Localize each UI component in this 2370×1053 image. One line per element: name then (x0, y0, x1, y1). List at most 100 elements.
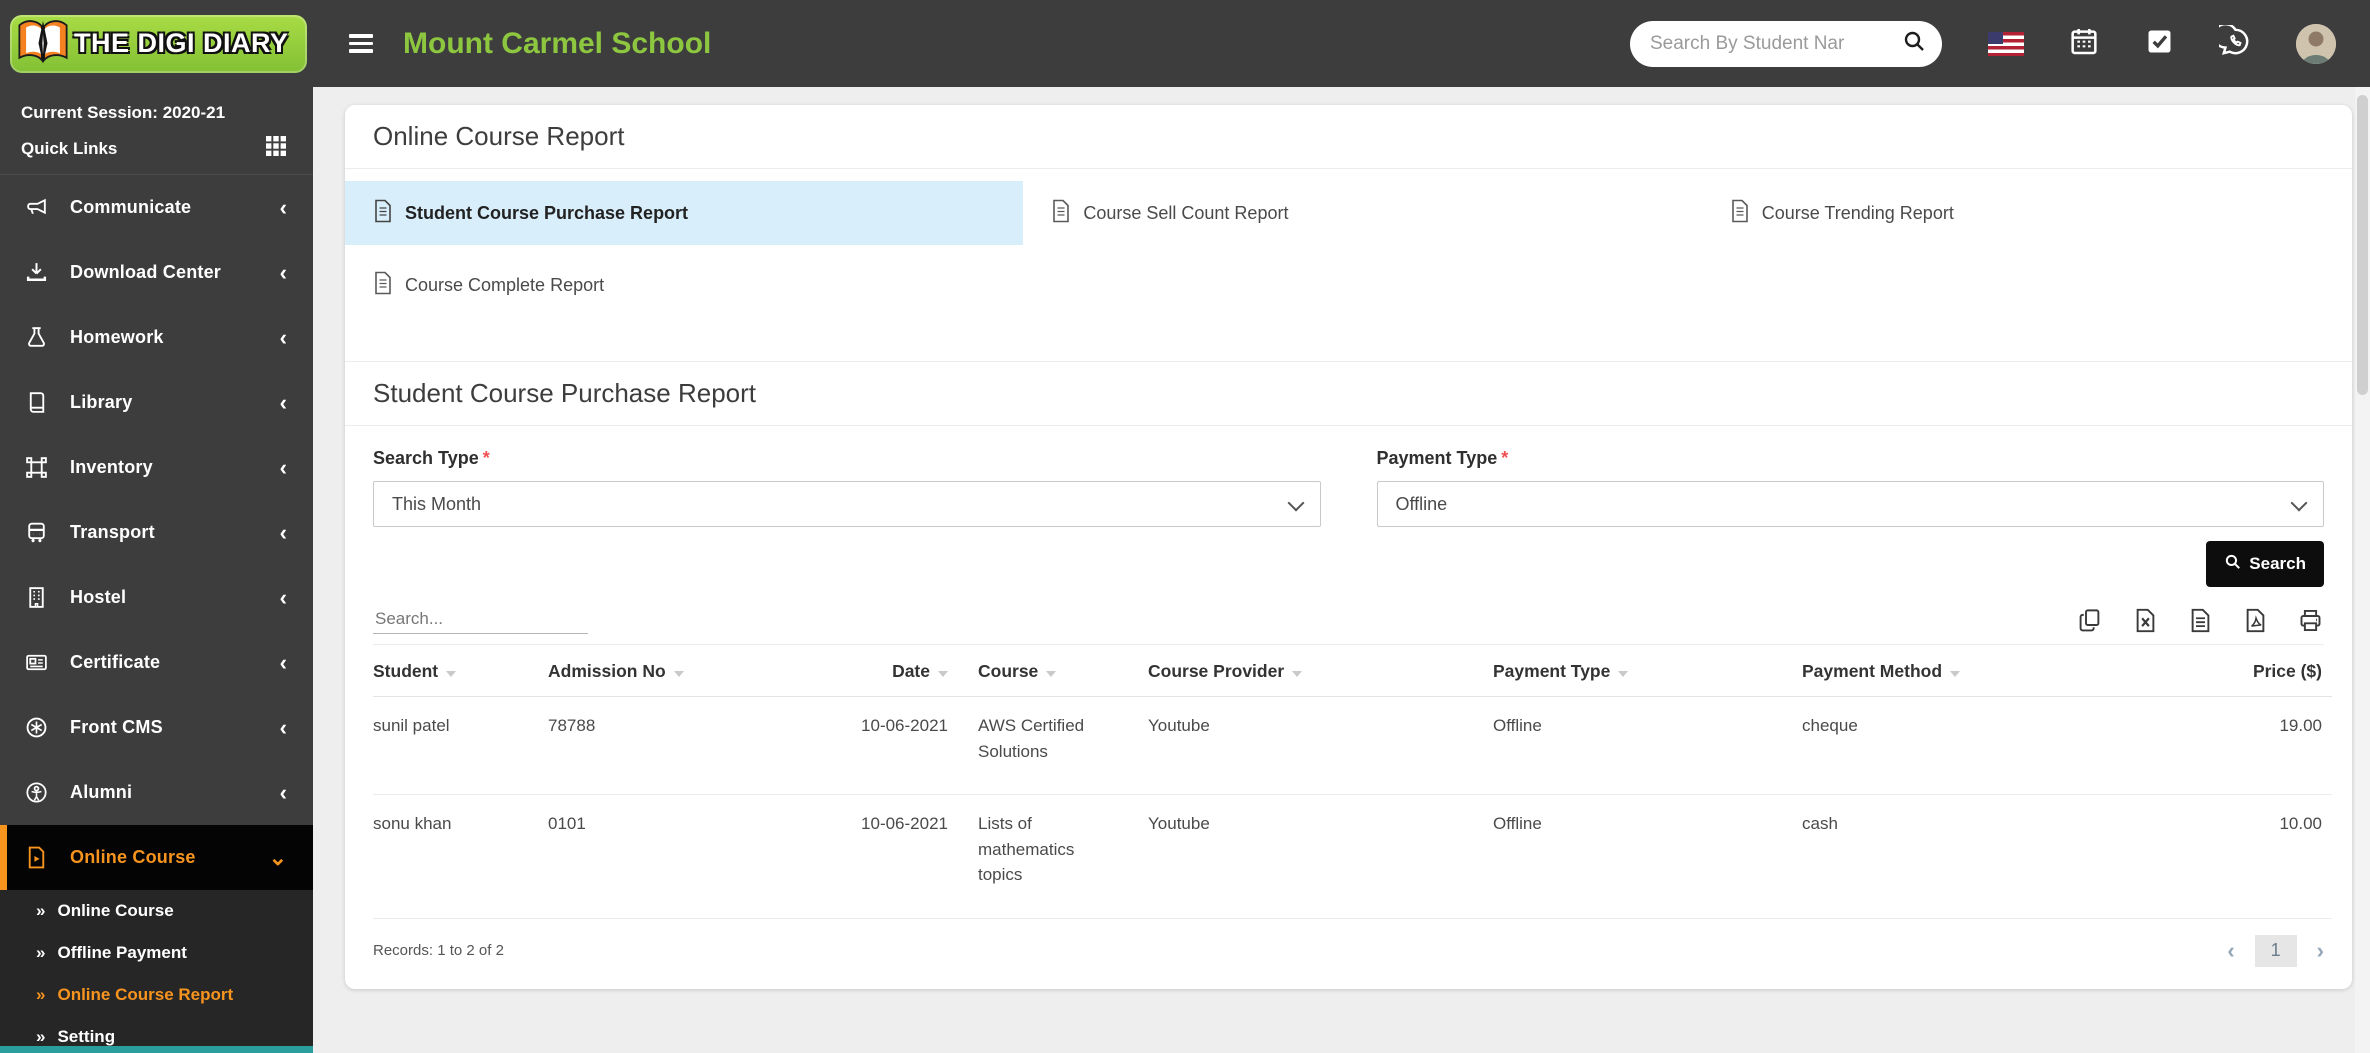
pagination-page-1[interactable]: 1 (2254, 934, 2297, 967)
page-title: Online Course Report (373, 121, 625, 151)
tab-course-complete-report[interactable]: Course Complete Report (345, 253, 1023, 317)
excel-export-icon[interactable] (2132, 607, 2159, 634)
sidebar-item-library[interactable]: Library ‹ (0, 370, 313, 435)
app-logo[interactable]: THE DIGI DIARY (10, 14, 307, 73)
export-actions (2077, 607, 2324, 634)
whatsapp-icon[interactable] (2212, 22, 2252, 63)
sidebar-item-alumni[interactable]: Alumni ‹ (0, 760, 313, 825)
scrollbar-thumb[interactable] (2357, 95, 2368, 395)
chevron-left-icon: ‹ (279, 454, 287, 480)
window-scrollbar[interactable] (2355, 87, 2370, 1053)
sidebar-item-homework[interactable]: Homework ‹ (0, 305, 313, 370)
sort-caret-icon (1292, 671, 1303, 677)
report-card: Online Course Report Student Course Purc… (345, 105, 2352, 989)
us-flag-icon[interactable] (1988, 31, 2024, 56)
column-header-course[interactable]: Course (978, 645, 1148, 697)
column-header-admission-no[interactable]: Admission No (548, 645, 848, 697)
student-search-input[interactable] (1650, 32, 1902, 55)
flask-icon (24, 325, 50, 351)
logo-area: THE DIGI DIARY (0, 14, 313, 73)
sidebar-item-label: Transport (70, 522, 155, 542)
sidebar-item-label: Homework (70, 327, 164, 347)
sort-caret-icon (1046, 671, 1057, 677)
user-avatar[interactable] (2296, 23, 2336, 64)
chevron-left-icon: ‹ (279, 519, 287, 545)
sidebar-item-label: Communicate (70, 197, 192, 217)
chevron-left-icon: ‹ (279, 584, 287, 610)
chevron-left-icon: ‹ (279, 324, 287, 350)
sidebar-subitem-online-course-report[interactable]: » Online Course Report (0, 974, 313, 1016)
report-doc-icon (373, 199, 393, 228)
content-area: Online Course Report Student Course Purc… (313, 87, 2370, 1053)
cell-course-provider: Youtube (1148, 794, 1493, 919)
sidebar: Current Session: 2020-21 Quick Links Com… (0, 87, 313, 1053)
column-header-course-provider[interactable]: Course Provider (1148, 645, 1493, 697)
tasks-icon[interactable] (2144, 26, 2175, 62)
pagination-prev-icon[interactable]: ‹ (2227, 939, 2234, 962)
payment-type-label: Payment Type * (1376, 448, 1509, 468)
csv-export-icon[interactable] (2187, 607, 2214, 634)
sidebar-item-communicate[interactable]: Communicate ‹ (0, 175, 313, 240)
table-row[interactable]: sonu khan 0101 10-06-2021 Lists of mathe… (373, 794, 2332, 919)
school-name: Mount Carmel School (403, 26, 712, 60)
tab-label: Course Complete Report (405, 274, 605, 295)
report-doc-icon (1730, 199, 1750, 228)
pdf-export-icon[interactable] (2242, 607, 2269, 634)
submenu-label: Online Course Report (57, 985, 234, 1004)
sidebar-item-front-cms[interactable]: Front CMS ‹ (0, 695, 313, 760)
sort-caret-icon (1618, 671, 1629, 677)
column-header-date[interactable]: Date (848, 645, 978, 697)
table-filter-input[interactable] (373, 605, 588, 634)
table-row[interactable]: sunil patel 78788 10-06-2021 AWS Certifi… (373, 696, 2332, 795)
tab-student-course-purchase-report[interactable]: Student Course Purchase Report (345, 181, 1024, 245)
calendar-icon[interactable] (2068, 25, 2100, 62)
megaphone-icon (24, 195, 50, 221)
copy-icon[interactable] (2077, 607, 2104, 634)
column-header-student[interactable]: Student (373, 645, 548, 697)
grid-icon[interactable] (265, 135, 287, 162)
sort-caret-icon (673, 671, 684, 677)
sidebar-item-download-center[interactable]: Download Center ‹ (0, 240, 313, 305)
submenu-label: Online Course (57, 901, 174, 920)
sidebar-item-transport[interactable]: Transport ‹ (0, 500, 313, 565)
tab-course-sell-count-report[interactable]: Course Sell Count Report (1023, 181, 1701, 245)
student-search[interactable] (1630, 20, 1942, 67)
cell-admission-no: 78788 (548, 696, 848, 795)
report-doc-icon (373, 271, 393, 300)
payment-type-select[interactable]: Offline (1376, 481, 2324, 527)
sidebar-item-label: Inventory (70, 457, 153, 477)
search-icon[interactable] (1902, 29, 1926, 58)
double-arrow-icon: » (36, 901, 46, 920)
cell-course: Lists of mathematics topics (978, 794, 1148, 919)
sidebar-item-label: Online Course (70, 847, 196, 867)
cell-student: sonu khan (373, 794, 548, 919)
search-button[interactable]: Search (2206, 541, 2324, 587)
sidebar-item-online-course[interactable]: Online Course ⌄ (0, 825, 313, 890)
sidebar-item-certificate[interactable]: Certificate ‹ (0, 630, 313, 695)
purchase-report-table: Student Admission No Date Course Course … (373, 645, 2332, 919)
download-icon (24, 260, 50, 286)
chevron-left-icon: ‹ (279, 259, 287, 285)
column-header-price[interactable]: Price ($) (2167, 645, 2332, 697)
search-button-label: Search (2249, 554, 2306, 573)
sort-caret-icon (446, 671, 457, 677)
video-file-icon (24, 845, 50, 871)
sidebar-item-inventory[interactable]: Inventory ‹ (0, 435, 313, 500)
sidebar-bottom-strip (0, 1046, 313, 1053)
sidebar-item-hostel[interactable]: Hostel ‹ (0, 565, 313, 630)
sidebar-item-label: Download Center (70, 262, 222, 282)
sidebar-subitem-offline-payment[interactable]: » Offline Payment (0, 932, 313, 974)
box-select-icon (24, 455, 50, 481)
column-header-payment-type[interactable]: Payment Type (1493, 645, 1802, 697)
book-icon (24, 390, 50, 416)
menu-toggle-icon[interactable] (349, 34, 373, 53)
search-type-select[interactable]: This Month (373, 481, 1321, 527)
double-arrow-icon: » (36, 985, 46, 1004)
print-icon[interactable] (2297, 607, 2324, 634)
sidebar-subitem-online-course[interactable]: » Online Course (0, 890, 313, 932)
tab-course-trending-report[interactable]: Course Trending Report (1702, 181, 2352, 245)
asterisk-circle-icon (24, 715, 50, 741)
chevron-down-icon: ⌄ (268, 844, 287, 870)
pagination-next-icon[interactable]: › (2317, 939, 2324, 962)
column-header-payment-method[interactable]: Payment Method (1802, 645, 2167, 697)
